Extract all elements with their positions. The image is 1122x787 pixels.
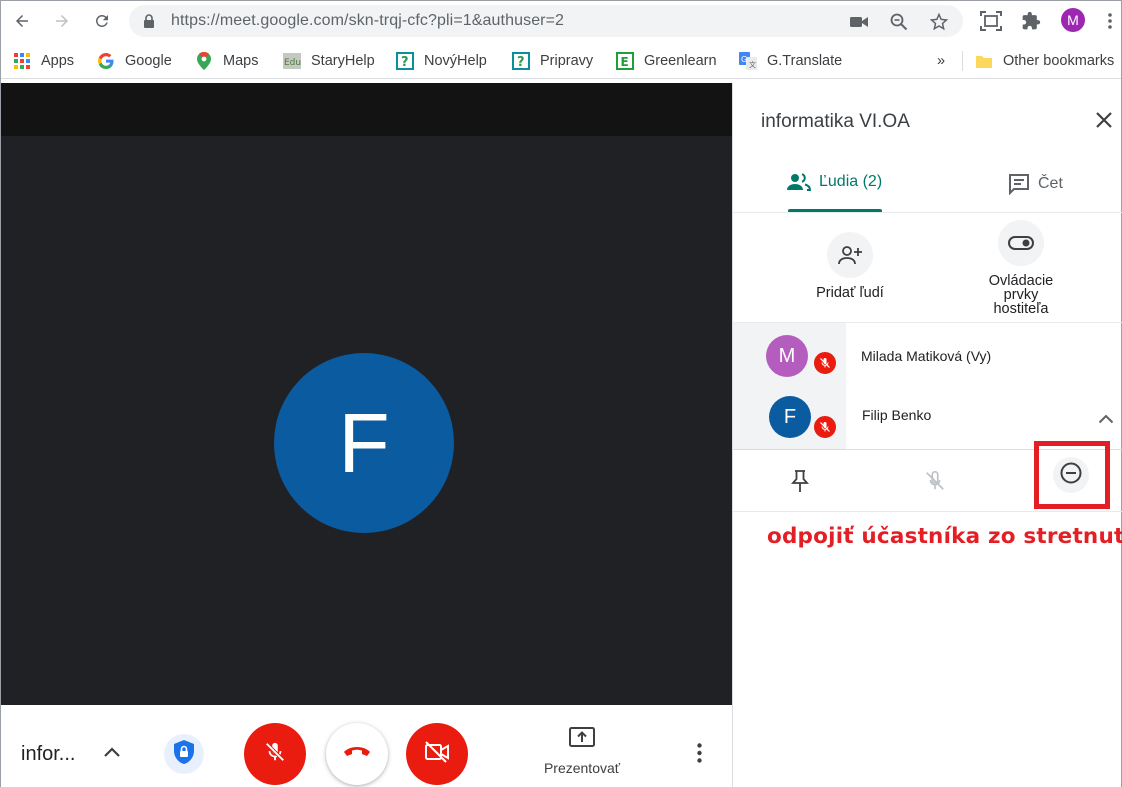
bookmarks-bar: Apps Google Maps Edu StaryHelp ? NovýHel… [1, 41, 1121, 79]
avatar: F [769, 396, 811, 438]
video-stage: F [1, 136, 732, 705]
tab-divider [733, 212, 1122, 213]
google-g-icon [97, 52, 115, 70]
translate-icon: G文 [739, 52, 757, 70]
participant-name: Milada Matiková (Vy) [861, 348, 992, 364]
controls-divider [733, 511, 1122, 512]
profile-avatar[interactable]: M [1061, 8, 1085, 32]
stage-top-strip [1, 83, 732, 136]
pin-button[interactable] [780, 463, 820, 503]
pin-icon [791, 469, 809, 498]
shield-lock-icon [174, 739, 194, 769]
mic-off-icon [812, 350, 838, 376]
other-bookmarks-folder[interactable]: Other bookmarks [975, 51, 1114, 71]
tab-people-label: Ľudia (2) [819, 173, 883, 190]
bookmark-pripravy[interactable]: ? Pripravy [512, 51, 593, 71]
bookmark-gtranslate[interactable]: G文 G.Translate [739, 51, 842, 71]
maps-pin-icon [195, 52, 213, 70]
folder-icon [975, 52, 993, 70]
camera-off-button[interactable] [406, 723, 468, 785]
participant-avatar-large: F [274, 353, 454, 533]
bookmark-staryhelp[interactable]: Edu StaryHelp [283, 51, 375, 71]
back-arrow-icon[interactable] [7, 6, 37, 36]
close-icon[interactable] [1095, 111, 1113, 134]
url-text: https://meet.google.com/skn-trqj-cfc?pli… [171, 12, 565, 29]
tab-chat-label: Čet [1038, 175, 1063, 192]
lock-icon [143, 14, 155, 33]
more-bookmarks-button[interactable]: » [937, 51, 945, 71]
meeting-name[interactable]: infor... [21, 743, 75, 766]
participant-row[interactable]: M Milada Matiková (Vy) [733, 325, 1122, 385]
add-person-icon [827, 232, 873, 278]
participant-name: Filip Benko [862, 407, 932, 423]
camera-icon[interactable] [849, 12, 869, 32]
bookmark-greenlearn[interactable]: E Greenlearn [616, 51, 717, 71]
toggle-icon [998, 220, 1044, 266]
people-panel: informatika VI.OA Ľudia (2) Čet Pridať ľ… [732, 83, 1122, 787]
mic-off-icon [264, 740, 286, 769]
add-people-button[interactable]: Pridať ľudí [803, 232, 897, 300]
more-options-icon[interactable] [697, 743, 702, 768]
screen-capture-icon[interactable] [979, 9, 1003, 33]
svg-text:G: G [741, 55, 747, 64]
greenlearn-e-icon: E [616, 52, 634, 70]
annotation-text: odpojiť účastníka zo stretnutia [767, 524, 1122, 549]
browser-toolbar: https://meet.google.com/skn-trqj-cfc?pli… [1, 1, 1121, 41]
participant-row[interactable]: F Filip Benko [733, 386, 1122, 446]
mic-off-icon [812, 414, 838, 440]
svg-text:文: 文 [749, 60, 756, 69]
address-bar[interactable]: https://meet.google.com/skn-trqj-cfc?pli… [129, 5, 963, 37]
svg-text:?: ? [401, 55, 409, 70]
people-icon [787, 173, 811, 191]
present-label: Prezentovať [543, 760, 621, 776]
kebab-menu-icon[interactable] [1098, 9, 1122, 33]
host-controls-label-line2: prvky [1003, 287, 1039, 303]
present-screen-icon [569, 727, 595, 753]
bookmark-maps[interactable]: Maps [195, 51, 258, 71]
remove-participant-button[interactable] [1053, 457, 1089, 493]
bookmarks-divider [962, 51, 963, 71]
mic-off-icon [924, 469, 946, 498]
minus-circle-icon [1060, 462, 1082, 489]
tab-people[interactable]: Ľudia (2) [787, 173, 882, 191]
host-controls-label-line3: hostiteľa [993, 301, 1049, 317]
leave-call-button[interactable] [326, 723, 388, 785]
chevron-up-icon[interactable] [103, 745, 121, 763]
help-question-icon: ? [396, 52, 414, 70]
present-now-button[interactable]: Prezentovať [539, 727, 625, 776]
microphone-off-button[interactable] [244, 723, 306, 785]
meeting-controls-bar: infor... Prezentovať [1, 705, 732, 787]
bookmark-novyhelp[interactable]: ? NovýHelp [396, 51, 487, 71]
chevron-up-icon[interactable] [1098, 411, 1114, 429]
tab-chat[interactable]: Čet [1008, 173, 1063, 195]
star-bookmark-icon[interactable] [929, 12, 949, 32]
chat-icon [1008, 173, 1030, 195]
forward-arrow-icon[interactable] [47, 6, 77, 36]
zoom-icon[interactable] [889, 12, 909, 32]
svg-text:Edu: Edu [284, 58, 301, 68]
hang-up-icon [343, 745, 371, 764]
panel-title: informatika VI.OA [761, 111, 910, 132]
help-question-icon: ? [512, 52, 530, 70]
camera-off-icon [424, 740, 450, 768]
edu-icon: Edu [283, 52, 301, 70]
bookmark-google[interactable]: Google [97, 51, 172, 71]
svg-text:E: E [621, 55, 629, 69]
avatar: M [766, 335, 808, 377]
reload-icon[interactable] [87, 6, 117, 36]
mute-participant-button[interactable] [915, 463, 955, 503]
extensions-puzzle-icon[interactable] [1019, 9, 1043, 33]
add-people-label: Pridať ľudí [816, 285, 884, 301]
host-controls-button[interactable]: Ovládacie prvky hostiteľa [971, 220, 1071, 316]
bookmark-apps[interactable]: Apps [13, 51, 74, 71]
host-security-button[interactable] [164, 734, 204, 774]
host-controls-label-line1: Ovládacie [988, 273, 1054, 289]
apps-grid-icon [13, 52, 31, 70]
svg-text:?: ? [517, 55, 525, 70]
